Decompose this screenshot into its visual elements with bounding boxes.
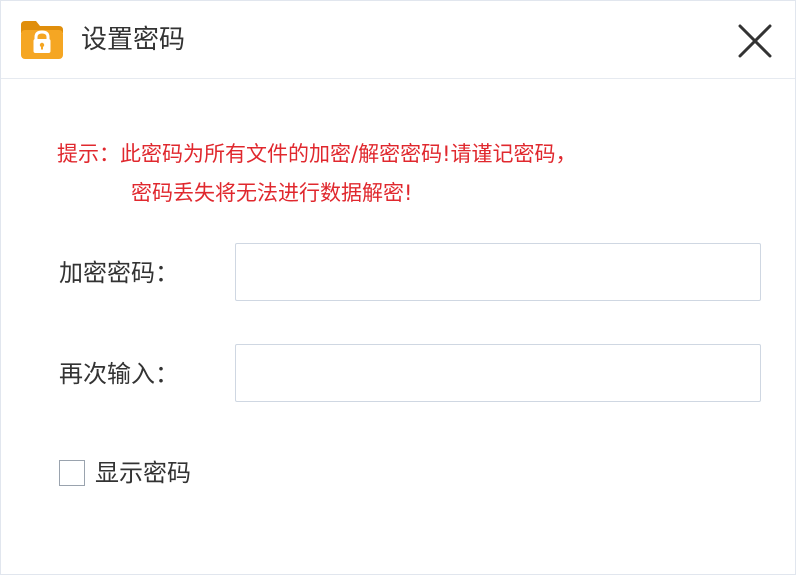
- show-password-checkbox[interactable]: [59, 460, 85, 486]
- dialog-title: 设置密码: [81, 25, 186, 55]
- title-bar: 设置密码: [1, 1, 795, 79]
- close-button[interactable]: [735, 21, 775, 61]
- confirm-password-label: 再次输入：: [59, 360, 179, 388]
- set-password-dialog: 设置密码 提示：此密码为所有文件的加密/解密密码!请谨记密码， 密码丢失将无法进…: [0, 0, 796, 575]
- confirm-password-input[interactable]: [235, 344, 761, 402]
- hint-text-line-2: 密码丢失将无法进行数据解密!: [131, 181, 413, 205]
- locked-folder-icon: [19, 17, 65, 61]
- show-password-toggle[interactable]: 显示密码: [59, 456, 191, 490]
- show-password-label: 显示密码: [95, 459, 191, 487]
- password-input[interactable]: [235, 243, 761, 301]
- close-icon: [738, 24, 772, 58]
- hint-text-line-1: 提示：此密码为所有文件的加密/解密密码!请谨记密码，: [57, 142, 577, 166]
- password-label: 加密密码：: [59, 259, 179, 287]
